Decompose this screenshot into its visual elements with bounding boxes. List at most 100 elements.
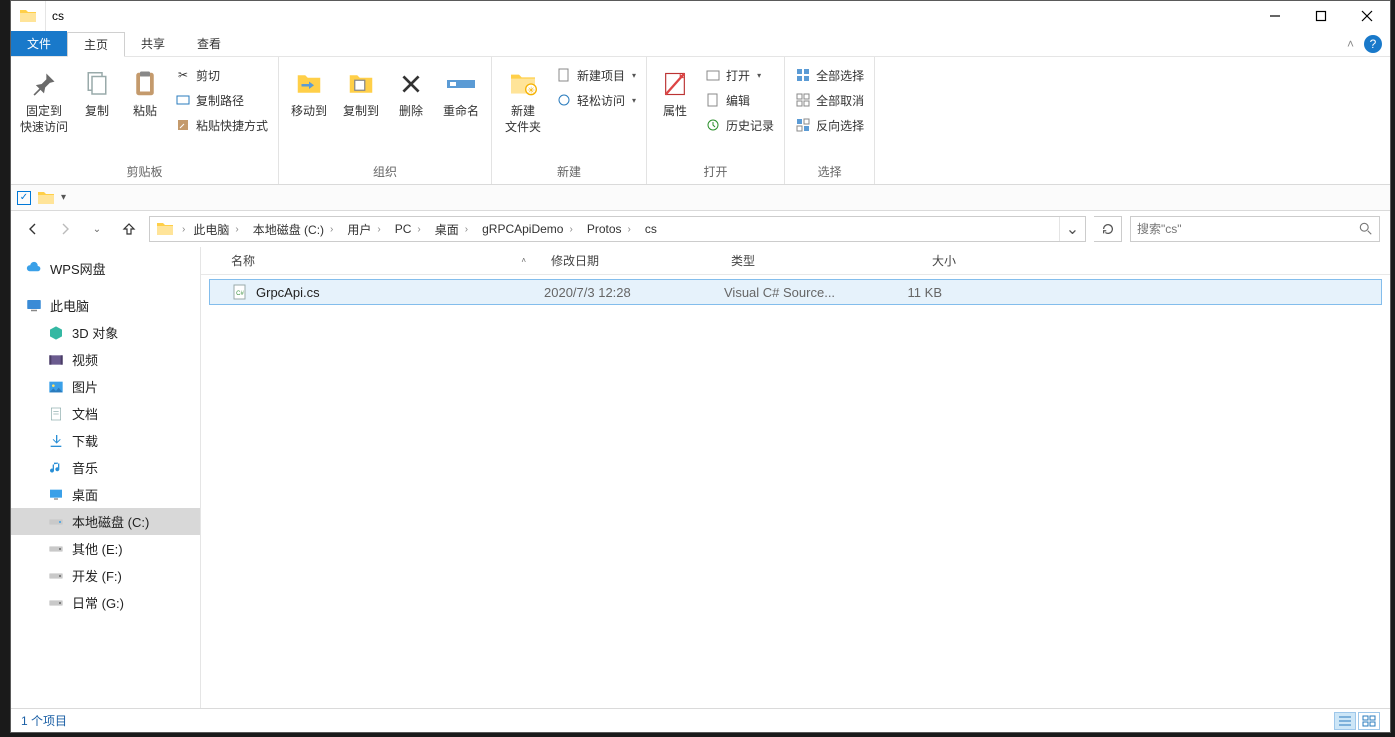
minimize-button[interactable] (1252, 1, 1298, 31)
tree-item-wps[interactable]: WPS网盘 (11, 255, 200, 282)
copy-button[interactable]: 复制 (75, 63, 119, 123)
checkbox-toggle[interactable]: ✓ (17, 191, 31, 205)
column-type[interactable]: 类型 (719, 247, 869, 274)
pin-quick-access-button[interactable]: 固定到 快速访问 (17, 63, 71, 139)
search-box[interactable] (1130, 216, 1380, 242)
help-icon[interactable]: ? (1364, 35, 1382, 53)
search-input[interactable] (1137, 222, 1337, 236)
tree-item-disk-f[interactable]: 开发 (F:) (11, 562, 200, 589)
properties-button[interactable]: 属性 (653, 63, 697, 123)
tree-item-3d[interactable]: 3D 对象 (11, 319, 200, 346)
desktop-icon (47, 486, 65, 504)
maximize-button[interactable] (1298, 1, 1344, 31)
column-headers: 名称˄ 修改日期 类型 大小 (201, 247, 1390, 275)
rename-button[interactable]: 重命名 (437, 63, 485, 123)
file-size: 11 KB (862, 285, 954, 300)
explorer-window: cs 文件 主页 共享 查看 ˄ ? 固定到 快速访问 复制 (10, 0, 1391, 733)
file-row[interactable]: C# GrpcApi.cs 2020/7/3 12:28 Visual C# S… (209, 279, 1382, 305)
tree-item-disk-c[interactable]: 本地磁盘 (C:) (11, 508, 200, 535)
new-item-button[interactable]: 新建项目▾ (552, 63, 640, 87)
column-size[interactable]: 大小 (869, 247, 969, 274)
thumbnails-view-button[interactable] (1358, 712, 1380, 730)
tree-item-videos[interactable]: 视频 (11, 346, 200, 373)
tree-item-disk-g[interactable]: 日常 (G:) (11, 589, 200, 616)
refresh-button[interactable] (1094, 216, 1122, 242)
easy-access-button[interactable]: 轻松访问▾ (552, 88, 640, 112)
select-none-button[interactable]: 全部取消 (791, 88, 868, 112)
copy-to-button[interactable]: 复制到 (337, 63, 385, 123)
ribbon-group-open: 属性 打开▾ 编辑 历史记录 打开 (647, 57, 785, 184)
moveto-icon (292, 67, 326, 101)
collapse-ribbon-icon[interactable]: ˄ (1347, 37, 1354, 51)
paste-button[interactable]: 粘贴 (123, 63, 167, 123)
recent-dropdown[interactable]: ⌄ (85, 217, 109, 241)
details-view-button[interactable] (1334, 712, 1356, 730)
path-icon (175, 92, 191, 108)
history-button[interactable]: 历史记录 (701, 113, 778, 137)
nav-tree[interactable]: WPS网盘 此电脑 3D 对象 视频 图片 文档 下载 音乐 桌面 本地磁盘 (… (11, 247, 201, 708)
edit-button[interactable]: 编辑 (701, 88, 778, 112)
tree-item-pictures[interactable]: 图片 (11, 373, 200, 400)
tab-file[interactable]: 文件 (11, 31, 67, 56)
copyto-icon (344, 67, 378, 101)
csharp-file-icon: C# (232, 284, 248, 300)
tree-item-music[interactable]: 音乐 (11, 454, 200, 481)
breadcrumb-item[interactable]: cs (639, 217, 663, 241)
tree-item-documents[interactable]: 文档 (11, 400, 200, 427)
music-icon (47, 459, 65, 477)
copy-icon (80, 67, 114, 101)
up-button[interactable] (117, 217, 141, 241)
ribbon-group-clipboard: 固定到 快速访问 复制 粘贴 ✂剪切 复制路径 粘贴快捷方式 剪贴板 (11, 57, 279, 184)
close-button[interactable] (1344, 1, 1390, 31)
back-button[interactable] (21, 217, 45, 241)
ribbon-group-organize: 移动到 复制到 删除 重命名 组织 (279, 57, 492, 184)
tree-item-desktop[interactable]: 桌面 (11, 481, 200, 508)
chevron-right-icon[interactable]: › (180, 224, 187, 235)
properties-icon (658, 67, 692, 101)
tab-view[interactable]: 查看 (181, 31, 237, 56)
select-all-button[interactable]: 全部选择 (791, 63, 868, 87)
open-button[interactable]: 打开▾ (701, 63, 778, 87)
tab-share[interactable]: 共享 (125, 31, 181, 56)
search-icon[interactable] (1359, 222, 1373, 236)
pin-icon (27, 67, 61, 101)
breadcrumb-item[interactable]: PC› (389, 217, 429, 241)
breadcrumb-item[interactable]: Protos› (581, 217, 639, 241)
address-dropdown[interactable]: ⌄ (1059, 217, 1085, 241)
scissors-icon: ✂ (175, 67, 191, 83)
tree-item-disk-e[interactable]: 其他 (E:) (11, 535, 200, 562)
new-folder-button[interactable]: ✳ 新建 文件夹 (498, 63, 548, 139)
paste-shortcut-button[interactable]: 粘贴快捷方式 (171, 113, 272, 137)
tab-home[interactable]: 主页 (67, 32, 125, 57)
invert-selection-button[interactable]: 反向选择 (791, 113, 868, 137)
column-date[interactable]: 修改日期 (539, 247, 719, 274)
newfolder-icon: ✳ (506, 67, 540, 101)
ribbon-group-new: ✳ 新建 文件夹 新建项目▾ 轻松访问▾ 新建 (492, 57, 647, 184)
move-to-button[interactable]: 移动到 (285, 63, 333, 123)
column-name[interactable]: 名称˄ (219, 247, 539, 274)
document-icon (47, 405, 65, 423)
ribbon-group-label: 组织 (285, 160, 485, 184)
tree-item-this-pc[interactable]: 此电脑 (11, 292, 200, 319)
breadcrumb-item[interactable]: 用户› (341, 217, 388, 241)
forward-button[interactable] (53, 217, 77, 241)
breadcrumb-item[interactable]: 本地磁盘 (C:)› (247, 217, 342, 241)
breadcrumb-item[interactable]: 此电脑› (187, 217, 246, 241)
copy-path-button[interactable]: 复制路径 (171, 88, 272, 112)
address-bar[interactable]: › 此电脑› 本地磁盘 (C:)› 用户› PC› 桌面› gRPCApiDem… (149, 216, 1086, 242)
folder-icon (19, 7, 37, 25)
disk-icon (47, 540, 65, 558)
file-list[interactable]: C# GrpcApi.cs 2020/7/3 12:28 Visual C# S… (201, 275, 1390, 708)
qa-dropdown[interactable]: ▾ (61, 192, 66, 203)
breadcrumb-item[interactable]: 桌面› (429, 217, 476, 241)
tree-item-downloads[interactable]: 下载 (11, 427, 200, 454)
file-type: Visual C# Source... (712, 285, 862, 300)
breadcrumb-item[interactable]: gRPCApiDemo› (476, 217, 581, 241)
file-date: 2020/7/3 12:28 (532, 285, 712, 300)
cut-button[interactable]: ✂剪切 (171, 63, 272, 87)
file-pane: 名称˄ 修改日期 类型 大小 C# GrpcApi.cs 2020/7/3 12… (201, 247, 1390, 708)
ribbon-group-label: 剪贴板 (17, 160, 272, 184)
pc-icon (25, 297, 43, 315)
delete-button[interactable]: 删除 (389, 63, 433, 123)
ribbon-group-label: 选择 (791, 160, 868, 184)
